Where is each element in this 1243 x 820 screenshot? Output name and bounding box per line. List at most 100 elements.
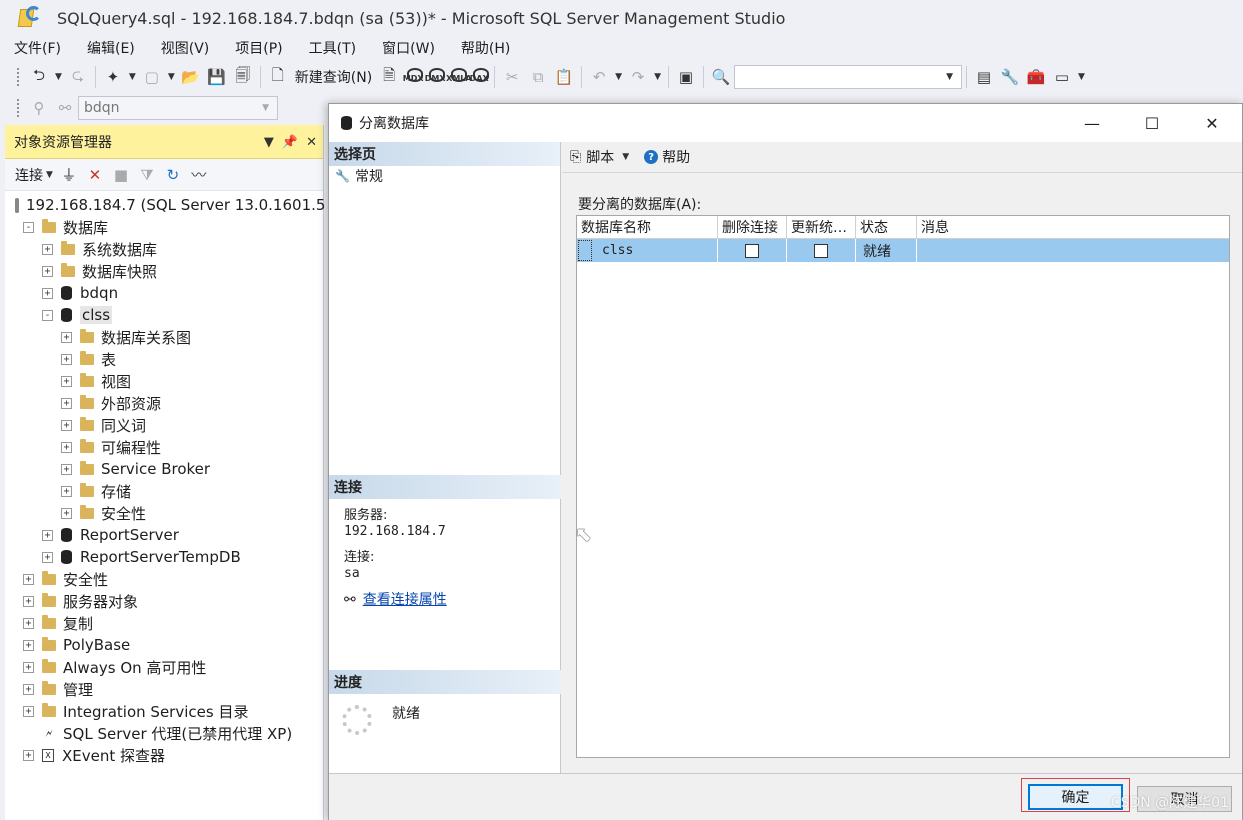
- expand-icon[interactable]: +: [23, 749, 34, 761]
- tree-node[interactable]: - 数据库: [5, 216, 323, 238]
- menu-edit[interactable]: 编辑(E): [73, 38, 147, 58]
- back-dropdown-icon[interactable]: ▼: [55, 72, 62, 82]
- dmx-query-icon[interactable]: DMX: [424, 68, 446, 86]
- close-icon[interactable]: ✕: [306, 135, 317, 150]
- connect-button[interactable]: 连接: [15, 165, 43, 185]
- tree-node[interactable]: + 视图: [5, 370, 323, 392]
- save-all-icon[interactable]: 🗐: [231, 65, 255, 89]
- toolbox-icon[interactable]: 🧰: [1024, 65, 1048, 89]
- tree-node[interactable]: + 存储: [5, 480, 323, 502]
- expand-icon[interactable]: +: [42, 265, 53, 277]
- tree-node[interactable]: + Service Broker: [5, 458, 323, 480]
- new-file-icon[interactable]: ▢: [140, 65, 164, 89]
- expand-icon[interactable]: +: [61, 331, 72, 343]
- tree-node[interactable]: + 服务器对象: [5, 590, 323, 612]
- command-window-icon[interactable]: ▭: [1050, 65, 1074, 89]
- tree-node[interactable]: + 数据库快照: [5, 260, 323, 282]
- toolbar-grip[interactable]: [16, 67, 20, 87]
- new-query-icon[interactable]: 🗋: [266, 65, 290, 89]
- change-connection-icon[interactable]: ⚯: [53, 96, 77, 120]
- forward-icon[interactable]: ⮎: [66, 65, 90, 89]
- expand-icon[interactable]: +: [61, 463, 72, 475]
- open-folder-icon[interactable]: 📂: [179, 65, 203, 89]
- menu-tools[interactable]: 工具(T): [295, 38, 368, 58]
- expand-icon[interactable]: +: [23, 705, 34, 717]
- cell-database-name[interactable]: clss: [577, 239, 718, 262]
- expand-icon[interactable]: +: [42, 551, 53, 563]
- new-query-button[interactable]: 新建查询(N): [291, 67, 376, 87]
- expand-icon[interactable]: +: [61, 507, 72, 519]
- tree-node[interactable]: + ReportServer: [5, 524, 323, 546]
- tree-node[interactable]: + bdqn: [5, 282, 323, 304]
- update-statistics-checkbox[interactable]: [814, 243, 828, 258]
- tree-node[interactable]: + Always On 高可用性: [5, 656, 323, 678]
- row-selector[interactable]: [578, 240, 592, 261]
- undo-icon[interactable]: ↶: [587, 65, 611, 89]
- table-row[interactable]: clss 就绪: [577, 239, 1229, 262]
- maximize-icon[interactable]: ☐: [1122, 104, 1182, 142]
- object-explorer-icon[interactable]: ▤: [972, 65, 996, 89]
- redo-icon[interactable]: ↷: [626, 65, 650, 89]
- expand-icon[interactable]: +: [61, 353, 72, 365]
- tree-node[interactable]: + X XEvent 探查器: [5, 744, 323, 766]
- menu-help[interactable]: 帮助(H): [447, 38, 522, 58]
- xmla-query-icon[interactable]: XMLA: [446, 68, 472, 86]
- column-status[interactable]: 状态: [856, 216, 917, 238]
- help-button[interactable]: 帮助: [662, 147, 690, 167]
- tree-node[interactable]: 🗲 SQL Server 代理(已禁用代理 XP): [5, 722, 323, 744]
- minimize-icon[interactable]: —: [1062, 104, 1122, 142]
- expand-icon[interactable]: +: [61, 485, 72, 497]
- expand-icon[interactable]: +: [61, 375, 72, 387]
- available-databases-combo[interactable]: bdqn ▼: [78, 96, 278, 120]
- database-engine-query-icon[interactable]: 🗎: [377, 65, 401, 89]
- mdx-query-icon[interactable]: MDX: [402, 68, 424, 86]
- page-general[interactable]: 🔧 常规: [329, 166, 560, 186]
- tree-node[interactable]: + 同义词: [5, 414, 323, 436]
- view-connection-properties-link[interactable]: 查看连接属性: [363, 592, 447, 608]
- script-dropdown-icon[interactable]: ▼: [622, 152, 629, 162]
- script-icon[interactable]: ⎘: [570, 149, 581, 165]
- toolbar-grip[interactable]: [16, 98, 20, 118]
- tree-node[interactable]: - clss: [5, 304, 323, 326]
- drop-connections-checkbox[interactable]: [745, 243, 759, 258]
- refresh-icon[interactable]: ↻: [161, 163, 185, 187]
- filter-icon[interactable]: ⧩: [135, 163, 159, 187]
- expand-icon[interactable]: +: [61, 419, 72, 431]
- tree-node[interactable]: + 数据库关系图: [5, 326, 323, 348]
- tree-node[interactable]: + Integration Services 目录: [5, 700, 323, 722]
- menu-file[interactable]: 文件(F): [0, 38, 73, 58]
- expand-icon[interactable]: +: [42, 287, 53, 299]
- copy-icon[interactable]: ⧉: [526, 65, 550, 89]
- expand-icon[interactable]: +: [23, 595, 34, 607]
- tree-node[interactable]: + 表: [5, 348, 323, 370]
- menu-window[interactable]: 窗口(W): [368, 38, 447, 58]
- tree-node[interactable]: + 安全性: [5, 502, 323, 524]
- expand-icon[interactable]: +: [23, 617, 34, 629]
- find-combo[interactable]: ▼: [734, 65, 963, 89]
- column-database-name[interactable]: 数据库名称: [577, 216, 718, 238]
- tree-node[interactable]: + 管理: [5, 678, 323, 700]
- tree-node[interactable]: + 系统数据库: [5, 238, 323, 260]
- tree-node[interactable]: + 安全性: [5, 568, 323, 590]
- activity-monitor-icon[interactable]: 〰: [187, 163, 211, 187]
- new-project-dropdown-icon[interactable]: ▼: [129, 72, 136, 82]
- disconnect-icon[interactable]: ✕: [83, 163, 107, 187]
- expand-icon[interactable]: +: [42, 243, 53, 255]
- activity-monitor-icon[interactable]: ▣: [674, 65, 698, 89]
- collapse-icon[interactable]: -: [42, 309, 53, 321]
- panel-dropdown-icon[interactable]: ▼: [264, 135, 274, 150]
- tree-node[interactable]: + 可编程性: [5, 436, 323, 458]
- script-button[interactable]: 脚本: [586, 147, 614, 167]
- column-message[interactable]: 消息: [917, 216, 1229, 238]
- undo-dropdown-icon[interactable]: ▼: [615, 72, 622, 82]
- column-update-statistics[interactable]: 更新统…: [787, 216, 856, 238]
- back-icon[interactable]: ⮌: [27, 65, 51, 89]
- expand-icon[interactable]: +: [23, 661, 34, 673]
- expand-icon[interactable]: +: [23, 573, 34, 585]
- new-file-dropdown-icon[interactable]: ▼: [168, 72, 175, 82]
- expand-icon[interactable]: +: [23, 639, 34, 651]
- connect-plug-icon[interactable]: ⏚: [57, 163, 81, 187]
- redo-dropdown-icon[interactable]: ▼: [654, 72, 661, 82]
- ok-button[interactable]: 确定: [1028, 784, 1123, 810]
- pin-icon[interactable]: 📌: [282, 135, 298, 150]
